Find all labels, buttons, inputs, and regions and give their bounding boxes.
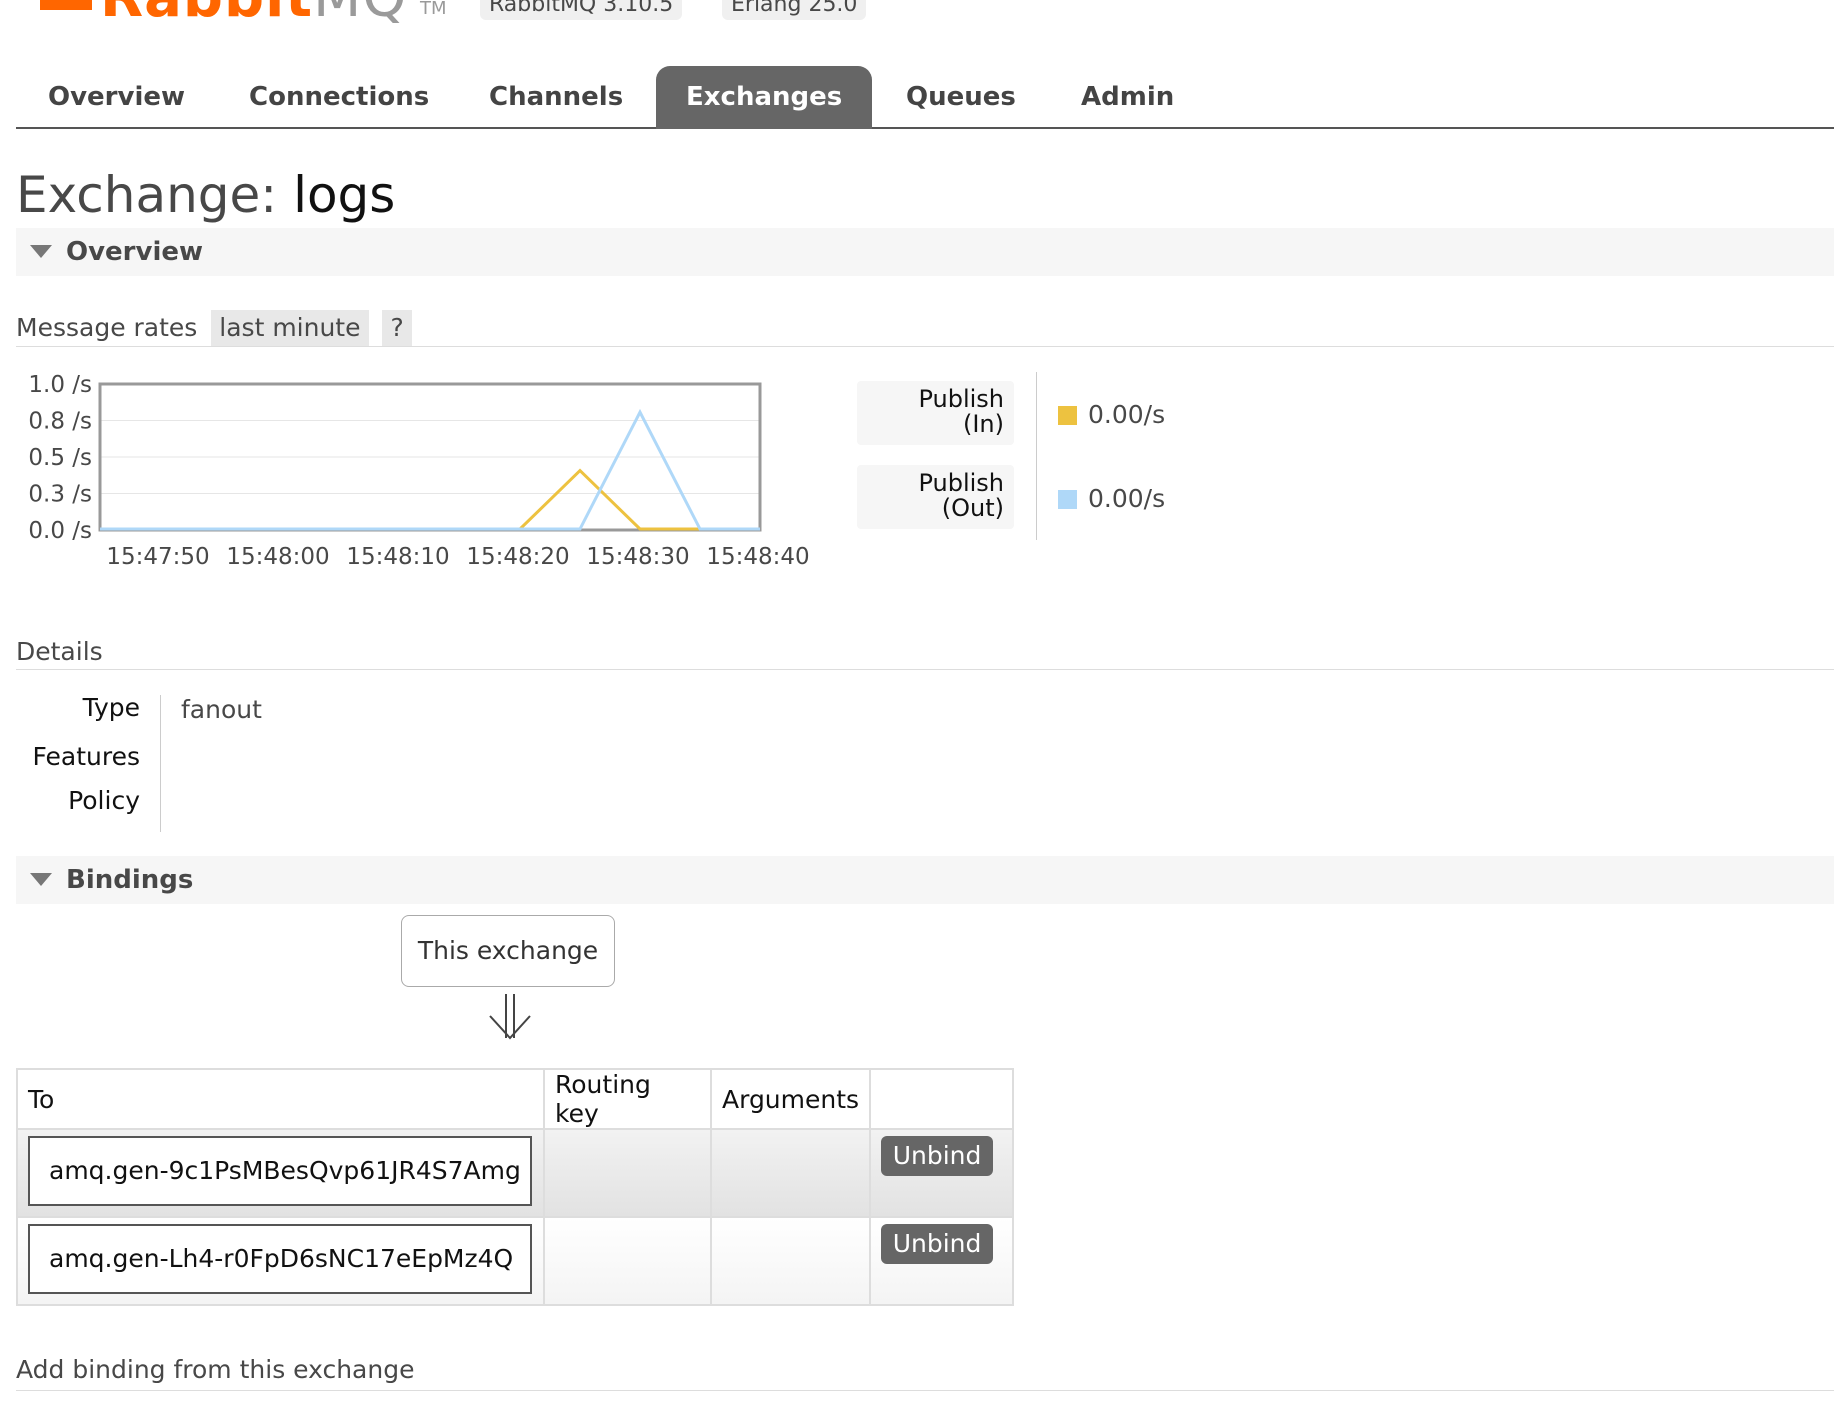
add-binding-heading[interactable]: Add binding from this exchange	[16, 1355, 1834, 1391]
legend-swatch-in	[1058, 406, 1077, 425]
rabbitmq-version-badge: RabbitMQ 3.10.5	[480, 0, 683, 20]
double-down-arrow-icon	[489, 994, 531, 1040]
legend-publish-out-line2: (Out)	[941, 494, 1004, 522]
y-tick-label: 1.0 /s	[28, 372, 92, 398]
legend-publish-in[interactable]: Publish (In)	[857, 381, 1014, 445]
detail-features-label: Features	[32, 742, 141, 771]
x-tick-label: 15:48:00	[226, 544, 329, 570]
column-header-arguments: Arguments	[709, 1068, 872, 1130]
y-tick-label: 0.0 /s	[28, 518, 92, 544]
legend-publish-out-line1: Publish	[918, 469, 1004, 497]
tab-connections[interactable]: Connections	[219, 66, 459, 129]
action-cell: Unbind	[869, 1128, 1015, 1218]
chart-range-selector[interactable]: last minute	[211, 310, 369, 346]
column-header-routing-key: Routing key	[543, 1068, 712, 1130]
queue-link[interactable]: amq.gen-Lh4-r0FpD6sNC17eEpMz4Q	[28, 1224, 532, 1294]
table-row: amq.gen-Lh4-r0FpD6sNC17eEpMz4Q Unbind	[16, 1216, 1015, 1306]
column-header-to: To	[16, 1068, 545, 1130]
legend-divider	[1036, 372, 1037, 540]
message-rates-label: Message rates	[16, 313, 198, 342]
tab-queues[interactable]: Queues	[876, 66, 1046, 129]
x-tick-label: 15:48:10	[346, 544, 449, 570]
series-line-publish-in	[100, 468, 760, 531]
bindings-section-label: Bindings	[66, 865, 194, 895]
x-tick-label: 15:48:20	[466, 544, 569, 570]
legend-swatch-out	[1058, 490, 1077, 509]
x-tick-label: 15:48:40	[706, 544, 809, 570]
collapse-triangle-icon	[30, 873, 52, 886]
binding-destination-cell: amq.gen-Lh4-r0FpD6sNC17eEpMz4Q	[16, 1216, 545, 1306]
binding-destination-cell: amq.gen-9c1PsMBesQvp61JR4S7Amg	[16, 1128, 545, 1218]
erlang-version-badge: Erlang 25.0	[722, 0, 867, 20]
this-exchange-box: This exchange	[401, 915, 615, 987]
detail-type-label: Type	[82, 693, 140, 722]
details-heading: Details	[16, 637, 1834, 670]
series-line-publish-out	[100, 408, 760, 531]
y-tick-label: 0.5 /s	[28, 445, 92, 471]
publish-out-rate: 0.00/s	[1088, 484, 1166, 513]
y-tick-label: 0.3 /s	[28, 482, 92, 508]
y-tick-label: 0.8 /s	[28, 409, 92, 435]
legend-publish-in-line2: (In)	[962, 410, 1004, 438]
logo-trademark: TM	[420, 0, 447, 19]
bindings-section-header[interactable]: Bindings	[16, 856, 1834, 904]
unbind-button[interactable]: Unbind	[881, 1224, 994, 1264]
rabbitmq-logo-mark	[40, 0, 92, 10]
table-row: amq.gen-9c1PsMBesQvp61JR4S7Amg Unbind	[16, 1128, 1015, 1218]
x-tick-label: 15:47:50	[106, 544, 209, 570]
arguments-cell	[709, 1216, 872, 1306]
legend-publish-in-line1: Publish	[918, 385, 1004, 413]
table-header-row: To Routing key Arguments	[16, 1068, 1015, 1130]
message-rates-chart: 1.0 /s 0.8 /s 0.5 /s 0.3 /s 0.0 /s 15:47:50 15…	[28, 372, 809, 570]
page-title-prefix: Exchange:	[16, 166, 278, 224]
arguments-cell	[709, 1128, 872, 1218]
tab-exchanges[interactable]: Exchanges	[656, 66, 873, 129]
unbind-button[interactable]: Unbind	[881, 1136, 994, 1176]
column-header-actions	[869, 1068, 1015, 1130]
rabbitmq-logo[interactable]: RabbitMQ	[100, 0, 407, 26]
page-title: Exchange: logs	[16, 168, 395, 223]
x-tick-label: 15:48:30	[586, 544, 689, 570]
logo-rabbit-text: Rabbit	[100, 0, 313, 30]
help-button[interactable]: ?	[382, 310, 412, 346]
tab-channels[interactable]: Channels	[459, 66, 653, 129]
logo-mq-text: MQ	[313, 0, 407, 30]
detail-policy-label: Policy	[68, 786, 140, 815]
legend-publish-out[interactable]: Publish (Out)	[857, 465, 1014, 529]
detail-type-value: fanout	[181, 695, 262, 724]
message-rates-heading: Message rates last minute ?	[16, 310, 1834, 347]
overview-section-header[interactable]: Overview	[16, 228, 1834, 276]
routing-key-cell	[543, 1128, 712, 1218]
exchange-name: logs	[293, 166, 396, 224]
overview-section-label: Overview	[66, 237, 204, 267]
routing-key-cell	[543, 1216, 712, 1306]
queue-link[interactable]: amq.gen-9c1PsMBesQvp61JR4S7Amg	[28, 1136, 532, 1206]
action-cell: Unbind	[869, 1216, 1015, 1306]
collapse-triangle-icon	[30, 245, 52, 258]
bindings-table: To Routing key Arguments amq.gen-9c1PsMB…	[16, 1068, 1015, 1306]
tab-admin[interactable]: Admin	[1051, 66, 1204, 129]
publish-in-rate: 0.00/s	[1088, 400, 1166, 429]
details-divider	[160, 695, 161, 832]
tab-overview[interactable]: Overview	[18, 66, 215, 129]
